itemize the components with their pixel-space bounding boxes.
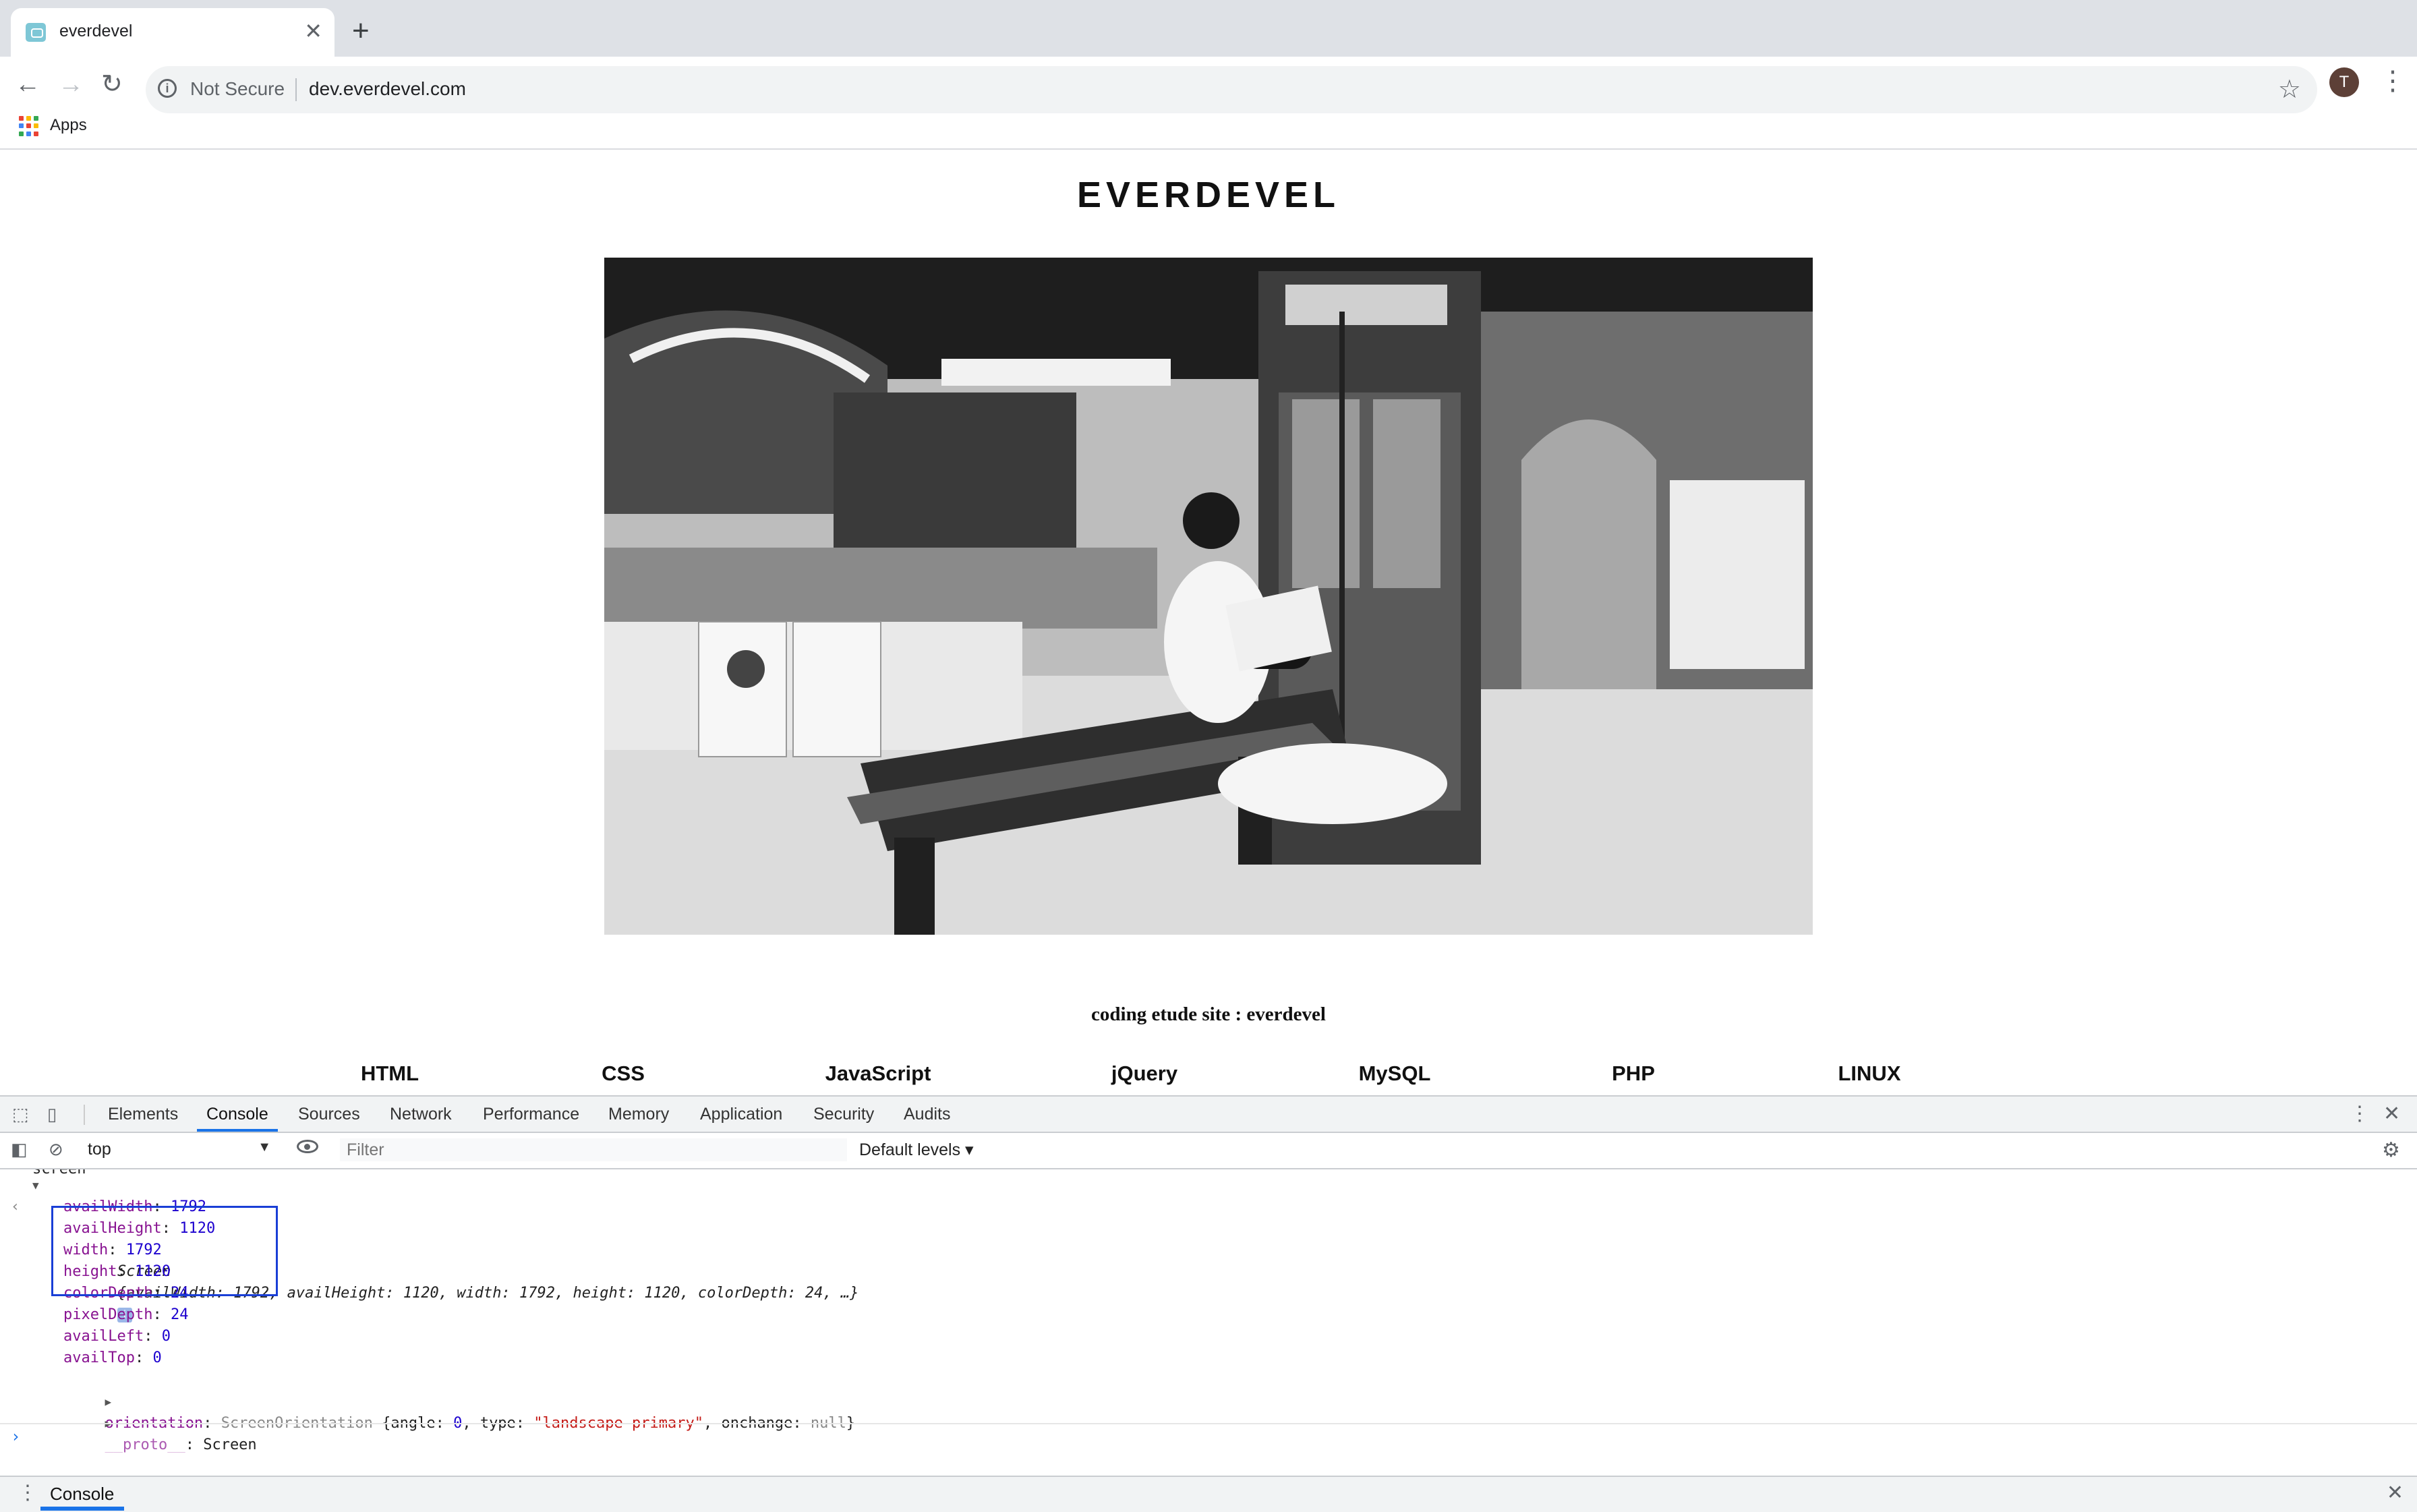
console-result-row[interactable]: ‹ ▼ Screen {availWidth: 1792, availHeigh… <box>0 1175 858 1322</box>
tab-console[interactable]: Console <box>206 1105 268 1124</box>
close-devtools-icon[interactable]: ✕ <box>2383 1102 2400 1126</box>
browser-toolbar: ← → ↻ i Not Secure dev.everdevel.com ☆ T… <box>0 57 2417 161</box>
log-levels-label: Default levels <box>859 1140 961 1159</box>
nav-link-html[interactable]: HTML <box>361 1062 419 1086</box>
device-toolbar-icon[interactable]: ▯ <box>47 1105 66 1124</box>
tab-network[interactable]: Network <box>390 1105 452 1124</box>
context-value: top <box>88 1140 111 1159</box>
devtools-tab-bar: ⬚ ▯ Elements Console Sources Network Per… <box>0 1097 2417 1133</box>
info-icon[interactable]: i <box>158 79 177 98</box>
nav-link-php[interactable]: PHP <box>1612 1062 1655 1086</box>
console-filter-input[interactable] <box>340 1138 847 1161</box>
apps-grid-icon[interactable] <box>19 116 39 136</box>
property-name: pixelDepth <box>63 1306 153 1323</box>
browser-menu-icon[interactable]: ⋮ <box>2379 66 2406 96</box>
nav-link-linux[interactable]: LINUX <box>1838 1062 1901 1086</box>
property-value: 0 <box>152 1349 162 1366</box>
property-row: availLeft: 0 <box>63 1328 171 1345</box>
result-arrow-icon: ‹ <box>11 1198 20 1215</box>
inspect-element-icon[interactable]: ⬚ <box>12 1105 31 1124</box>
devtools-menu-icon[interactable]: ⋮ <box>2350 1102 2370 1126</box>
active-tab-indicator <box>197 1129 278 1132</box>
forward-icon[interactable]: → <box>58 67 84 101</box>
tab-title: everdevel <box>59 22 133 40</box>
address-bar[interactable]: i Not Secure dev.everdevel.com ☆ <box>146 66 2317 113</box>
drawer-active-indicator <box>40 1507 124 1511</box>
property-value: 24 <box>170 1306 189 1323</box>
clear-console-icon[interactable]: ⊘ <box>49 1140 67 1159</box>
hero-image <box>604 258 1813 935</box>
bookmark-star-icon[interactable]: ☆ <box>2278 74 2301 105</box>
nav-link-jquery[interactable]: jQuery <box>1111 1062 1177 1086</box>
sidebar-toggle-icon[interactable]: ◧ <box>11 1140 30 1159</box>
tab-performance[interactable]: Performance <box>483 1105 579 1124</box>
site-favicon-icon <box>26 23 46 42</box>
drawer-tab-console[interactable]: Console <box>50 1484 114 1505</box>
console-settings-gear-icon[interactable]: ⚙ <box>2382 1138 2400 1162</box>
live-expression-eye-icon[interactable] <box>297 1140 318 1153</box>
tab-memory[interactable]: Memory <box>608 1105 669 1124</box>
proto-value: Screen <box>203 1436 257 1453</box>
close-drawer-icon[interactable]: ✕ <box>2387 1481 2404 1505</box>
toolbar-divider <box>0 148 2417 150</box>
close-tab-icon[interactable]: ✕ <box>304 18 322 45</box>
tab-security[interactable]: Security <box>813 1105 874 1124</box>
console-output: screen ‹ ▼ Screen {availWidth: 1792, ava… <box>0 1169 2417 1453</box>
tagline: coding etude site : everdevel <box>1091 1004 1326 1025</box>
property-row: availTop: 0 <box>63 1349 162 1366</box>
security-label[interactable]: Not Secure <box>190 78 285 100</box>
new-tab-icon[interactable]: + <box>352 16 370 46</box>
console-prompt-chevron-icon[interactable]: › <box>11 1427 20 1446</box>
tab-separator <box>84 1105 85 1125</box>
site-title: EVERDEVEL <box>1076 175 1341 215</box>
console-toolbar: ◧ ⊘ top ▼ Default levels ▾ ⚙ <box>0 1133 2417 1169</box>
nav-link-javascript[interactable]: JavaScript <box>825 1062 931 1086</box>
devtools-panel: ⬚ ▯ Elements Console Sources Network Per… <box>0 1095 2417 1512</box>
console-prompt-divider <box>0 1423 2417 1424</box>
context-selector[interactable]: top ▼ <box>88 1140 275 1161</box>
proto-row[interactable]: ▶ __proto__: Screen <box>51 1391 257 1453</box>
browser-tab[interactable]: everdevel ✕ <box>11 8 334 57</box>
profile-avatar[interactable]: T <box>2329 67 2359 97</box>
property-name: __proto__ <box>105 1436 185 1453</box>
tab-audits[interactable]: Audits <box>904 1105 950 1124</box>
log-levels-dropdown[interactable]: Default levels ▾ <box>859 1140 974 1160</box>
nav-link-mysql[interactable]: MySQL <box>1359 1062 1431 1086</box>
chevron-down-icon: ▼ <box>258 1140 271 1155</box>
tab-elements[interactable]: Elements <box>108 1105 178 1124</box>
property-row: pixelDepth: 24 <box>63 1306 189 1323</box>
tab-strip: everdevel ✕ + <box>0 0 2417 57</box>
url-text[interactable]: dev.everdevel.com <box>309 78 466 100</box>
back-icon[interactable]: ← <box>15 67 40 101</box>
expand-triangle-icon[interactable]: ▼ <box>32 1175 39 1196</box>
apps-bookmark[interactable]: Apps <box>50 116 87 135</box>
annotation-highlight-box <box>51 1206 278 1296</box>
tab-application[interactable]: Application <box>700 1105 782 1124</box>
property-name: availTop <box>63 1349 135 1366</box>
drawer-menu-icon[interactable]: ⋮ <box>18 1481 38 1505</box>
nav-link-css[interactable]: CSS <box>602 1062 645 1086</box>
property-name: availLeft <box>63 1328 144 1345</box>
url-divider <box>295 78 297 101</box>
hero-photo-illustration <box>604 258 1813 935</box>
reload-icon[interactable]: ↻ <box>101 67 123 101</box>
devtools-drawer: ⋮ Console ✕ <box>0 1476 2417 1512</box>
tab-sources[interactable]: Sources <box>298 1105 360 1124</box>
property-value: 0 <box>161 1328 171 1345</box>
